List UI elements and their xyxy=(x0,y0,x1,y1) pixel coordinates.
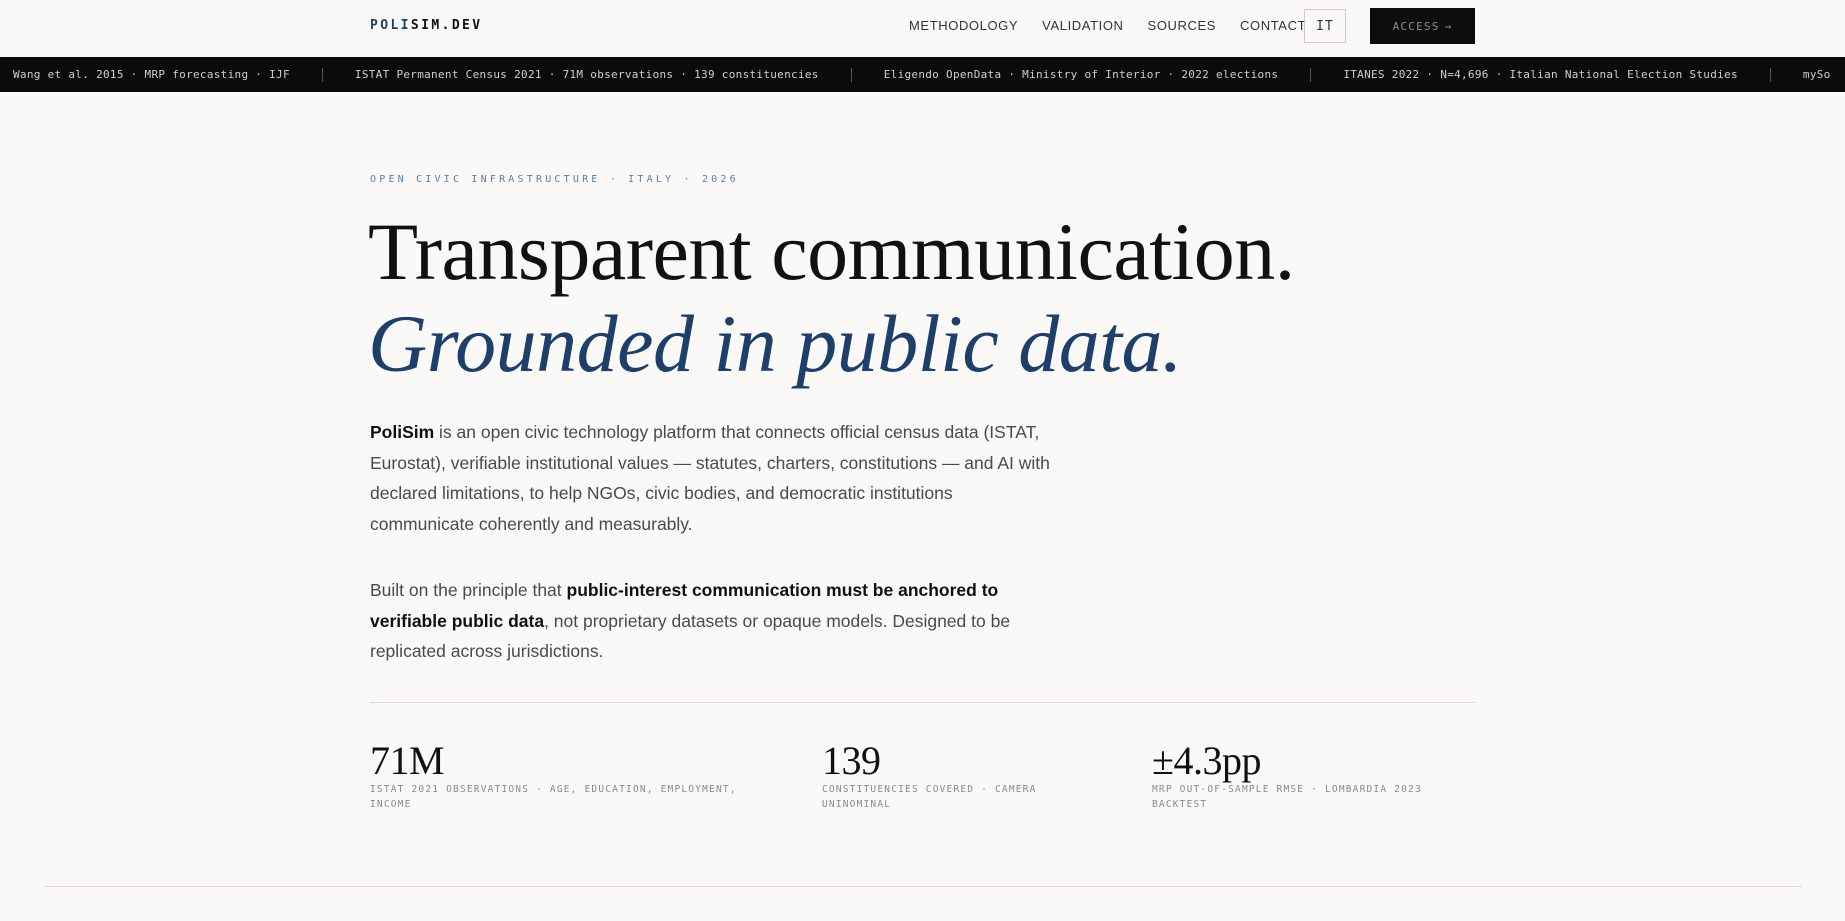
section-divider xyxy=(370,702,1475,703)
logo-suffix: SIM.DEV xyxy=(410,18,483,33)
sources-ticker: Wang et al. 2015 · MRP forecasting · IJF… xyxy=(0,57,1845,92)
ticker-divider xyxy=(850,67,852,82)
intro-text: is an open civic technology platform tha… xyxy=(370,422,1050,534)
ticker-divider xyxy=(321,67,323,82)
principle-paragraph: Built on the principle that public-inter… xyxy=(370,575,1060,667)
brand-name: PoliSim xyxy=(370,422,435,442)
headline-line-1: Transparent communication. xyxy=(368,206,1295,297)
stat-label: ISTAT 2021 OBSERVATIONS · AGE, EDUCATION… xyxy=(370,784,737,810)
stat-label: CONSTITUENCIES COVERED · CAMERA UNINOMIN… xyxy=(822,784,1037,810)
intro-paragraph: PoliSim is an open civic technology plat… xyxy=(370,417,1060,539)
ticker-divider xyxy=(1310,67,1312,82)
stat-observations: 71M ISTAT 2021 OBSERVATIONS · AGE, EDUCA… xyxy=(370,738,760,812)
site-header: POLISIM.DEV METHODOLOGY VALIDATION SOURC… xyxy=(0,0,1845,56)
arrow-right-icon: → xyxy=(1444,19,1453,33)
nav-sources[interactable]: SOURCES xyxy=(1148,18,1217,33)
logo-prefix: POLI xyxy=(370,18,411,33)
principle-text-pre: Built on the principle that xyxy=(370,580,567,600)
ticker-item: Wang et al. 2015 · MRP forecasting · IJF xyxy=(13,68,290,81)
stat-rmse: ±4.3pp MRP OUT-OF-SAMPLE RMSE · LOMBARDI… xyxy=(1152,738,1452,812)
stat-constituencies: 139 CONSTITUENCIES COVERED · CAMERA UNIN… xyxy=(822,738,1072,812)
site-logo[interactable]: POLISIM.DEV xyxy=(370,18,483,33)
nav-contact[interactable]: CONTACT xyxy=(1240,18,1306,33)
footer-divider xyxy=(44,886,1802,887)
ticker-item: mySo xyxy=(1802,68,1831,81)
stat-value: 71M xyxy=(370,738,445,783)
ticker-item: ITANES 2022 · N=4,696 · Italian National… xyxy=(1343,68,1738,81)
stat-label: MRP OUT-OF-SAMPLE RMSE · LOMBARDIA 2023 … xyxy=(1152,784,1422,810)
nav-methodology[interactable]: METHODOLOGY xyxy=(909,18,1018,33)
ticker-item: Eligendo OpenData · Ministry of Interior… xyxy=(883,68,1279,81)
hero-eyebrow: OPEN CIVIC INFRASTRUCTURE · ITALY · 2026 xyxy=(370,174,739,185)
ticker-item: ISTAT Permanent Census 2021 · 71M observ… xyxy=(354,68,819,81)
hero-headline: Transparent communication. Grounded in p… xyxy=(368,206,1295,390)
stat-value: ±4.3pp xyxy=(1152,738,1261,783)
language-toggle-button[interactable]: IT xyxy=(1304,9,1346,43)
main-nav: METHODOLOGY VALIDATION SOURCES CONTACT xyxy=(909,18,1330,33)
stat-value: 139 xyxy=(822,738,881,783)
access-button-label: ACCESS xyxy=(1392,19,1440,33)
ticker-divider xyxy=(1769,67,1771,82)
access-button[interactable]: ACCESS → xyxy=(1370,8,1475,44)
headline-line-2: Grounded in public data. xyxy=(368,298,1183,389)
nav-validation[interactable]: VALIDATION xyxy=(1042,18,1123,33)
ticker-track: Wang et al. 2015 · MRP forecasting · IJF… xyxy=(13,57,1831,92)
